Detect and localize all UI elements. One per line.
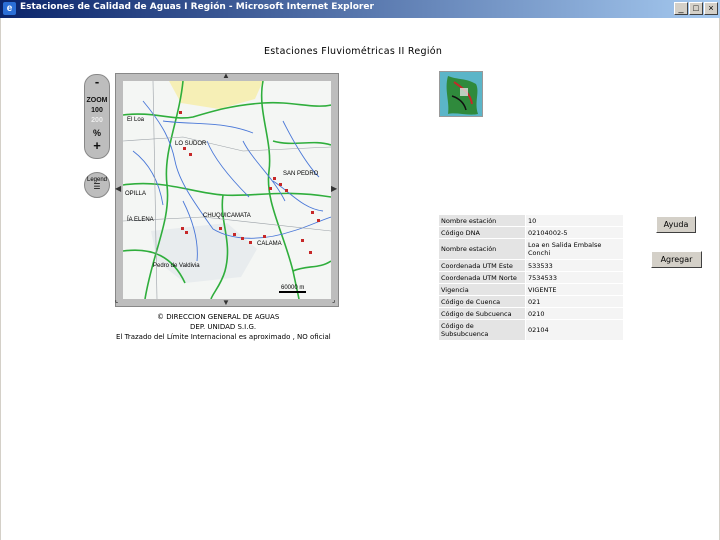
row-label: Vigencia bbox=[438, 283, 526, 296]
row-value: 021 bbox=[525, 295, 624, 308]
credit-line: DEP. UNIDAD S.I.G. bbox=[190, 323, 257, 331]
row-label: Coordenada UTM Este bbox=[438, 259, 526, 272]
row-label: Código de Subcuenca bbox=[438, 307, 526, 320]
zoom-200-button[interactable]: 200 bbox=[85, 117, 109, 124]
row-label: Coordenada UTM Norte bbox=[438, 271, 526, 284]
pan-east-icon[interactable]: ▶ bbox=[331, 184, 337, 193]
map-place-label: ÍA ELENA bbox=[127, 217, 154, 223]
ayuda-button[interactable]: Ayuda bbox=[656, 216, 696, 233]
row-value: 02104 bbox=[525, 319, 624, 341]
zoom-percent: % bbox=[92, 128, 101, 138]
zoom-label: ZOOM bbox=[86, 97, 108, 104]
zoom-out-button[interactable]: - bbox=[85, 74, 109, 89]
row-label: Código de Subsubcuenca bbox=[438, 319, 526, 341]
credit-line: El Trazado del Límite Internacional es a… bbox=[116, 333, 331, 341]
map-place-label: LO SUDOR bbox=[175, 141, 207, 147]
zoom-in-button[interactable]: + bbox=[85, 138, 109, 153]
row-value: 10 bbox=[525, 214, 624, 227]
table-row: Coordenada UTM Norte 7534533 bbox=[438, 271, 624, 284]
map-place-label: CHUQUICAMATA bbox=[203, 213, 251, 219]
table-row: Nombre estación Loa en Salida Embalse Con… bbox=[438, 238, 624, 260]
table-row: Vigencia VIGENTE bbox=[438, 283, 624, 296]
table-row: Código DNA 02104002-5 bbox=[438, 226, 624, 239]
map-frame: ▲ ▼ ◀ ▶ El Loa LO SUDOR SAN PEDRO OPILLA… bbox=[115, 71, 339, 307]
row-label: Nombre estación bbox=[438, 238, 526, 260]
page-title: Estaciones Fluviométricas II Región bbox=[264, 46, 443, 57]
credit-line: © DIRECCION GENERAL DE AGUAS bbox=[157, 313, 280, 321]
pan-north-icon[interactable]: ▲ bbox=[222, 71, 230, 80]
zoom-control: - ZOOM 100 200 % + bbox=[84, 74, 110, 159]
map-place-label: Pedro de Valdivia bbox=[153, 263, 200, 269]
row-value: 533533 bbox=[525, 259, 624, 272]
window-titlebar[interactable]: e Estaciones de Calidad de Aguas I Regió… bbox=[0, 0, 720, 18]
legend-button[interactable]: Legend ☰ bbox=[84, 172, 110, 198]
map-place-label: El Loa bbox=[127, 117, 145, 123]
table-row: Código de Subcuenca 0210 bbox=[438, 307, 624, 320]
row-label: Nombre estación bbox=[438, 214, 526, 227]
overview-map-svg bbox=[440, 72, 482, 116]
map-place-label: SAN PEDRO bbox=[283, 171, 319, 177]
map-place-label: OPILLA bbox=[125, 191, 147, 197]
legend-list-icon: ☰ bbox=[93, 182, 101, 191]
close-button[interactable]: × bbox=[704, 2, 718, 15]
row-value: 7534533 bbox=[525, 271, 624, 284]
row-label: Código de Cuenca bbox=[438, 295, 526, 308]
row-label: Código DNA bbox=[438, 226, 526, 239]
row-value: 02104002-5 bbox=[525, 226, 624, 239]
agregar-button[interactable]: Agregar bbox=[651, 251, 702, 268]
table-row: Código de Subsubcuenca 02104 bbox=[438, 319, 624, 341]
minimize-button[interactable]: _ bbox=[674, 2, 688, 15]
zoom-100-button[interactable]: 100 bbox=[85, 107, 109, 114]
map-place-label: CALAMA bbox=[257, 241, 282, 247]
station-info-table: Nombre estación 10 Código DNA 02104002-5 N… bbox=[438, 214, 624, 341]
resize-handle-icon[interactable]: ⌞ bbox=[115, 296, 118, 304]
row-value: 0210 bbox=[525, 307, 624, 320]
overview-map-thumbnail[interactable] bbox=[439, 71, 483, 117]
table-row: Coordenada UTM Este 533533 bbox=[438, 259, 624, 272]
table-row: Nombre estación 10 bbox=[438, 214, 624, 227]
map-canvas[interactable]: El Loa LO SUDOR SAN PEDRO OPILLA ÍA ELEN… bbox=[123, 81, 331, 299]
table-row: Código de Cuenca 021 bbox=[438, 295, 624, 308]
window-title: Estaciones de Calidad de Aguas I Región … bbox=[20, 2, 374, 12]
scale-bar: 60000 m bbox=[279, 285, 307, 293]
row-value: Loa en Salida Embalse Conchi bbox=[525, 238, 624, 260]
internet-explorer-icon: e bbox=[3, 2, 16, 15]
resize-handle-icon[interactable]: ⌟ bbox=[332, 296, 335, 304]
pan-west-icon[interactable]: ◀ bbox=[115, 184, 121, 193]
pan-south-icon[interactable]: ▼ bbox=[222, 298, 230, 307]
row-value: VIGENTE bbox=[525, 283, 624, 296]
maximize-button[interactable]: □ bbox=[689, 2, 703, 15]
